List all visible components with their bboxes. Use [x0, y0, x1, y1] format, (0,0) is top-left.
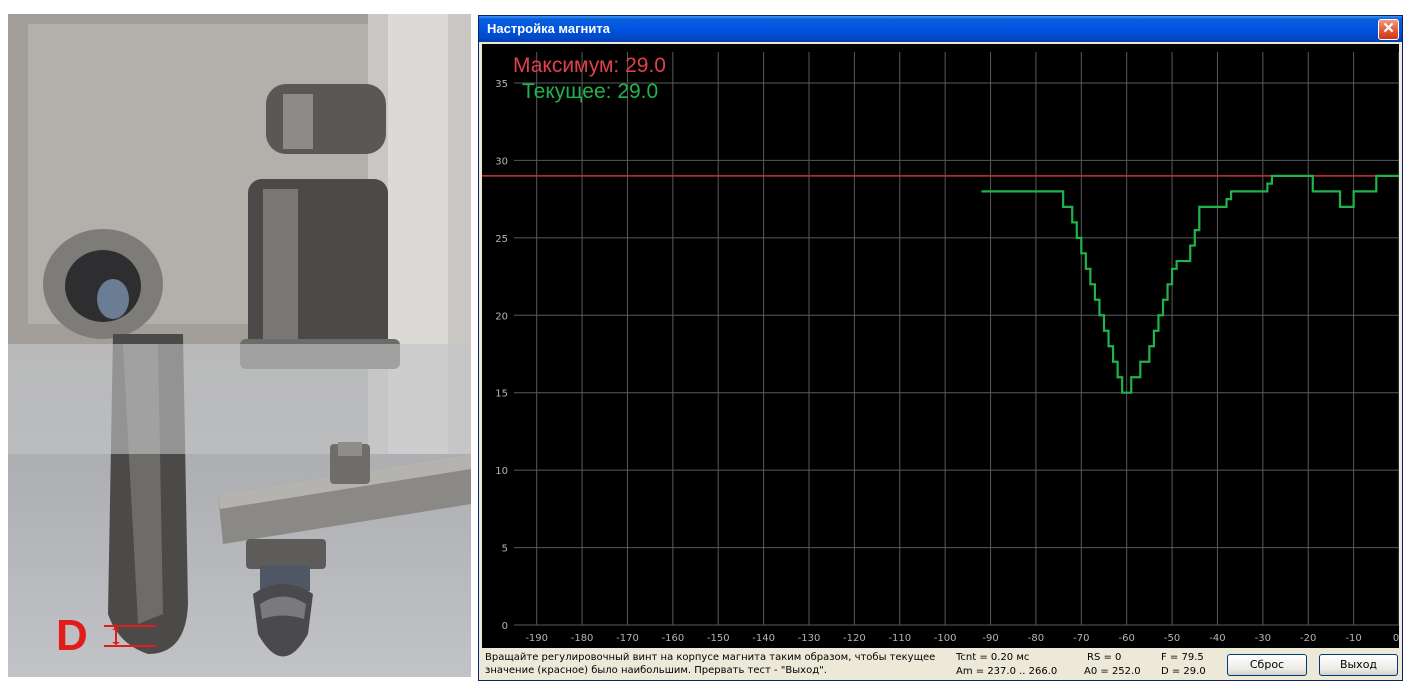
y-tick-label: 5: [502, 544, 508, 555]
rs-readout: RS = 0: [1087, 652, 1122, 663]
status-bar: Вращайте регулировочный винт на корпусе …: [479, 648, 1402, 680]
x-tick-label: -190: [525, 633, 548, 644]
f-readout: F = 79.5: [1161, 652, 1204, 663]
a0-readout: A0 = 252.0: [1084, 666, 1141, 677]
current-signal-line: [981, 174, 1399, 394]
x-tick-label: -140: [752, 633, 775, 644]
x-tick-label: -120: [843, 633, 866, 644]
x-tick-label: -170: [616, 633, 639, 644]
y-tick-label: 0: [502, 621, 508, 632]
reset-button[interactable]: Сброс: [1227, 654, 1307, 676]
x-tick-label: -50: [1164, 633, 1180, 644]
x-tick-label: 0: [1393, 633, 1399, 644]
title-bar[interactable]: Настройка магнита ✕: [479, 16, 1402, 42]
x-tick-label: -80: [1028, 633, 1044, 644]
x-tick-label: -180: [571, 633, 594, 644]
signal-chart: -190 -180 -170 -160 -150 -140 -130 -120 -110 -100…: [482, 44, 1399, 648]
x-tick-label: -90: [982, 633, 998, 644]
y-tick-label: 20: [495, 311, 508, 322]
window-title: Настройка магнита: [487, 21, 610, 36]
y-tick-label: 30: [495, 156, 508, 167]
y-tick-label: 25: [495, 234, 508, 245]
exit-button[interactable]: Выход: [1319, 654, 1398, 676]
d-readout: D = 29.0: [1161, 666, 1206, 677]
y-tick-label: 10: [495, 466, 508, 477]
gap-dimension-marker: [104, 625, 156, 647]
legend-current: Текущее: 29.0: [522, 80, 659, 103]
x-tick-label: -130: [798, 633, 821, 644]
x-tick-label: -60: [1119, 633, 1135, 644]
tcnt-readout: Tcnt = 0.20 мс: [956, 652, 1030, 663]
y-tick-label: 35: [495, 79, 508, 90]
x-tick-label: -30: [1255, 633, 1271, 644]
x-tick-label: -20: [1300, 633, 1316, 644]
close-icon: ✕: [1382, 20, 1395, 37]
instruction-text: Вращайте регулировочный винт на корпусе …: [485, 652, 936, 676]
y-tick-label: 15: [495, 389, 508, 400]
magnet-photo: D: [8, 14, 471, 677]
am-readout: Am = 237.0 .. 266.0: [956, 666, 1058, 677]
magnet-setup-window: Настройка магнита ✕ -190 -180 -170 -160 -150…: [478, 15, 1403, 681]
x-tick-label: -10: [1345, 633, 1361, 644]
x-tick-label: -160: [661, 633, 684, 644]
x-tick-label: -150: [707, 633, 730, 644]
chart-canvas: -190 -180 -170 -160 -150 -140 -130 -120 -110 -100…: [482, 52, 1399, 644]
x-tick-label: -110: [888, 633, 911, 644]
gap-label: D: [56, 611, 88, 660]
magnet-photo-drawing: [8, 14, 471, 657]
x-tick-label: -40: [1209, 633, 1225, 644]
legend-maximum: Максимум: 29.0: [513, 54, 666, 77]
close-button[interactable]: ✕: [1378, 19, 1399, 40]
x-tick-label: -100: [934, 633, 957, 644]
x-tick-label: -70: [1073, 633, 1089, 644]
